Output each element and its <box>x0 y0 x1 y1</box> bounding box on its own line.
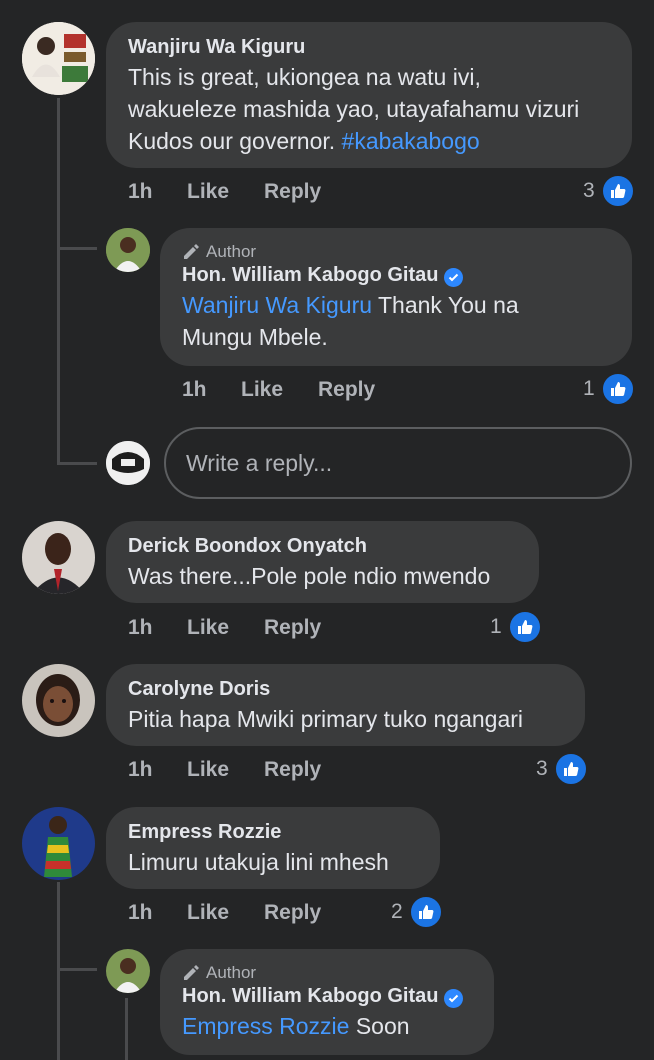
reaction-count[interactable]: 1 <box>583 372 635 406</box>
like-button[interactable]: Like <box>241 378 283 402</box>
thread-line <box>57 882 60 1060</box>
comment-text: Limuru utakuja lini mhesh <box>128 849 389 875</box>
current-user-avatar <box>106 441 150 485</box>
thread-line <box>57 98 60 464</box>
comment-text: Was there...Pole pole ndio mwendo <box>128 563 491 589</box>
avatar[interactable] <box>106 228 150 272</box>
thumbs-up-icon <box>553 752 588 786</box>
verified-check-icon <box>444 268 464 287</box>
pencil-icon <box>184 244 199 259</box>
reply-bubble: Author Hon. William Kabogo Gitau Wanjiru… <box>160 228 632 366</box>
commenter-name[interactable]: Empress Rozzie <box>128 821 418 844</box>
reaction-count[interactable]: 1 <box>490 610 542 644</box>
thread-line <box>57 247 97 250</box>
thumbs-up-icon <box>507 610 542 644</box>
reaction-count[interactable]: 3 <box>583 174 635 208</box>
comment-bubble: Carolyne Doris Pitia hapa Mwiki primary … <box>106 664 585 746</box>
avatar[interactable] <box>22 807 95 880</box>
reaction-count[interactable]: 2 <box>391 895 443 929</box>
comment-text: This is great, ukiongea na watu ivi, wak… <box>128 64 580 154</box>
reply-button[interactable]: Reply <box>318 378 375 402</box>
reply-text: Wanjiru Wa Kiguru Thank You na Mungu Mbe… <box>182 292 519 350</box>
pencil-icon <box>184 965 199 980</box>
avatar[interactable] <box>106 949 150 993</box>
like-button[interactable]: Like <box>187 616 229 640</box>
commenter-name[interactable]: Derick Boondox Onyatch <box>128 535 517 558</box>
replier-name[interactable]: Hon. William Kabogo Gitau <box>182 985 472 1008</box>
reply-input[interactable]: Write a reply... <box>164 427 632 499</box>
comment-time[interactable]: 1h <box>128 901 153 925</box>
like-button[interactable]: Like <box>187 758 229 782</box>
like-button[interactable]: Like <box>187 901 229 925</box>
replier-name[interactable]: Hon. William Kabogo Gitau <box>182 264 610 287</box>
reply-button[interactable]: Reply <box>264 758 321 782</box>
commenter-name[interactable]: Wanjiru Wa Kiguru <box>128 36 610 59</box>
comment-time[interactable]: 1h <box>128 758 153 782</box>
thread-line <box>125 998 128 1060</box>
like-button[interactable]: Like <box>187 180 229 204</box>
verified-check-icon <box>444 989 464 1008</box>
comment-bubble: Derick Boondox Onyatch Was there...Pole … <box>106 521 539 603</box>
comment-bubble: Wanjiru Wa Kiguru This is great, ukionge… <box>106 22 632 168</box>
comment-bubble: Empress Rozzie Limuru utakuja lini mhesh <box>106 807 440 889</box>
mention-link[interactable]: Empress Rozzie <box>182 1013 349 1039</box>
reply-button[interactable]: Reply <box>264 616 321 640</box>
thumbs-up-icon <box>600 174 635 208</box>
mention-link[interactable]: Wanjiru Wa Kiguru <box>182 292 372 318</box>
avatar[interactable] <box>22 22 95 95</box>
thread-line <box>57 968 97 971</box>
avatar[interactable] <box>22 521 95 594</box>
reply-button[interactable]: Reply <box>264 180 321 204</box>
reply-bubble: Author Hon. William Kabogo Gitau Empress… <box>160 949 494 1055</box>
reply-time[interactable]: 1h <box>182 378 207 402</box>
author-tag: Author <box>182 242 610 262</box>
hashtag-link[interactable]: #kabakabogo <box>342 128 480 154</box>
commenter-name[interactable]: Carolyne Doris <box>128 678 563 701</box>
author-tag: Author <box>182 963 472 983</box>
comment-time[interactable]: 1h <box>128 180 153 204</box>
reply-text: Empress Rozzie Soon <box>182 1013 410 1039</box>
reply-button[interactable]: Reply <box>264 901 321 925</box>
thumbs-up-icon <box>408 895 443 929</box>
thumbs-up-icon <box>600 372 635 406</box>
comment-time[interactable]: 1h <box>128 616 153 640</box>
comment-text: Pitia hapa Mwiki primary tuko ngangari <box>128 706 524 732</box>
avatar[interactable] <box>22 664 95 737</box>
reaction-count[interactable]: 3 <box>536 752 588 786</box>
thread-line <box>57 462 97 465</box>
